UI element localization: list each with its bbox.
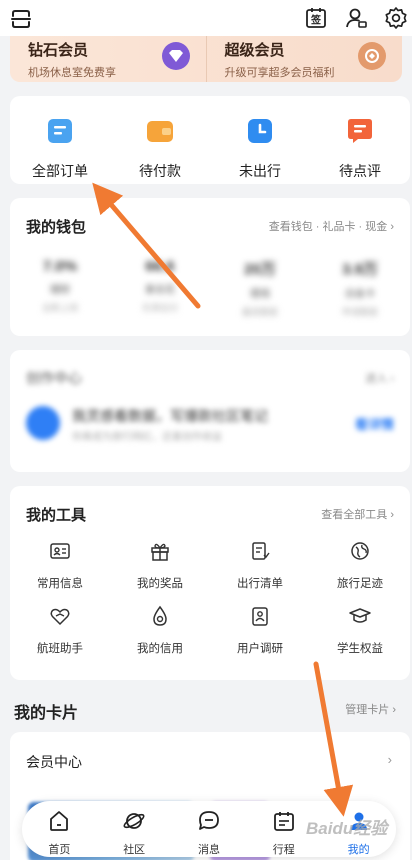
- creator-entry-link[interactable]: 进入 ›: [365, 370, 394, 386]
- creator-subline: 你离成为旅行网红，还差创作收益: [72, 432, 222, 443]
- super-badge-icon: [358, 42, 386, 70]
- bottom-tab-bar: 首页 社区 消息 行程 我的: [22, 801, 396, 857]
- tool-label: 旅行足迹: [337, 578, 383, 590]
- stat-sub: 先享后付: [141, 303, 178, 313]
- tab-label: 首页: [48, 844, 71, 856]
- planet-community-icon: [123, 813, 145, 829]
- stat-name: 理财: [50, 285, 70, 296]
- tab-itinerary[interactable]: 行程: [246, 801, 321, 857]
- id-card-icon: [50, 543, 70, 559]
- tool-label: 我的奖品: [137, 578, 183, 590]
- comment-pending-review-icon: [348, 119, 372, 143]
- checkin-calendar-icon[interactable]: 签: [304, 6, 328, 30]
- order-label: 全部订单: [32, 163, 88, 179]
- itinerary-calendar-icon: [273, 812, 294, 831]
- orders-card: 全部订单 待付款 未出行 待点评: [10, 96, 410, 184]
- tool-label: 常用信息: [37, 578, 83, 590]
- stat-sub: 全新上线: [41, 303, 78, 313]
- tool-student-benefits[interactable]: 学生权益: [310, 605, 410, 656]
- pending-review-button[interactable]: 待点评: [310, 96, 410, 184]
- stat-name: 白金卡: [345, 289, 375, 300]
- wallet-stats: 7.0% 理财 全新上线 66.6 拿去花 先享后付 20万 借钱 最高额度 3…: [10, 258, 410, 318]
- chevron-right-icon: ›: [387, 752, 392, 767]
- stat-value: 7.0%: [42, 258, 78, 275]
- stat-name: 拿去花: [145, 285, 175, 296]
- tool-label: 航班助手: [37, 643, 83, 655]
- customer-service-icon[interactable]: [344, 6, 368, 30]
- manage-cards-link[interactable]: 管理卡片 ›: [345, 701, 396, 717]
- checklist-icon: [252, 542, 270, 560]
- pending-payment-button[interactable]: 待付款: [110, 96, 210, 184]
- my-cards-title: 我的卡片: [14, 705, 79, 722]
- profile-person-icon: [350, 812, 367, 830]
- message-bubble-icon: [199, 811, 219, 830]
- creator-title: 创作中心: [26, 370, 82, 386]
- stat-value: 66.6: [145, 258, 175, 275]
- tool-user-survey[interactable]: 用户调研: [210, 605, 310, 656]
- wallet-card: 我的钱包 查看钱包 · 礼品卡 · 现金 › 7.0% 理财 全新上线 66.6…: [10, 198, 410, 336]
- top-bar: 签: [0, 0, 412, 36]
- membership-strip: 钻石会员 机场休息室免费享 超级会员 升级可享超多会员福利: [10, 36, 402, 82]
- wallet-stat-loan[interactable]: 20万 借钱 最高额度: [210, 258, 310, 318]
- tool-my-prizes[interactable]: 我的奖品: [110, 540, 210, 591]
- heart-plane-icon: [50, 608, 70, 626]
- order-label: 待付款: [139, 163, 181, 179]
- stat-value: 20万: [244, 261, 276, 278]
- graduation-cap-icon: [349, 608, 371, 623]
- tab-label: 我的: [347, 844, 370, 856]
- not-traveled-button[interactable]: 未出行: [210, 96, 310, 184]
- vip-center-title: 会员中心: [26, 754, 82, 770]
- diamond-badge-icon: [161, 42, 190, 70]
- tools-title: 我的工具: [26, 507, 87, 524]
- tools-grid: 常用信息 我的奖品 出行清单 旅行足迹 航班助手 我的信用 用户调研 学生权益: [10, 540, 410, 656]
- wallet-links[interactable]: 查看钱包 · 礼品卡 · 现金 ›: [269, 218, 394, 234]
- tool-label: 出行清单: [237, 578, 283, 590]
- tab-label: 行程: [272, 844, 295, 856]
- tab-label: 消息: [197, 844, 220, 856]
- gift-icon: [151, 543, 169, 561]
- tool-label: 用户调研: [237, 643, 283, 655]
- creator-headline: 我灵感看数据，写爆款社区笔记: [72, 408, 268, 424]
- home-icon: [50, 811, 69, 831]
- super-member-entry[interactable]: 超级会员 升级可享超多会员福利: [205, 36, 403, 82]
- wallet-stat-card[interactable]: 3.9万 白金卡 申请额度: [310, 258, 410, 318]
- diamond-member-entry[interactable]: 钻石会员 机场休息室免费享: [10, 36, 206, 82]
- clock-not-traveled-icon: [248, 119, 272, 143]
- tool-travel-checklist[interactable]: 出行清单: [210, 540, 310, 591]
- edit-pen-icon: [26, 406, 60, 440]
- stat-value: 3.9万: [342, 261, 378, 278]
- tab-home[interactable]: 首页: [22, 801, 97, 857]
- creator-center-card[interactable]: 创作中心 进入 › 我灵感看数据，写爆款社区笔记 你离成为旅行网红，还差创作收益…: [10, 350, 410, 472]
- wallet-pending-payment-icon: [147, 121, 173, 142]
- tab-messages[interactable]: 消息: [172, 801, 247, 857]
- wallet-stat-credit[interactable]: 66.6 拿去花 先享后付: [110, 258, 210, 318]
- scan-icon[interactable]: [10, 8, 32, 30]
- settings-gear-icon[interactable]: [384, 6, 408, 30]
- all-orders-button[interactable]: 全部订单: [10, 96, 110, 184]
- credit-drop-icon: [153, 605, 167, 626]
- globe-footprint-icon: [351, 542, 369, 560]
- tool-travel-footprint[interactable]: 旅行足迹: [310, 540, 410, 591]
- all-tools-link[interactable]: 查看全部工具 ›: [321, 506, 394, 522]
- order-label: 未出行: [239, 163, 281, 179]
- stat-name: 借钱: [250, 289, 270, 300]
- all-orders-icon: [48, 119, 72, 143]
- wallet-title: 我的钱包: [26, 219, 87, 236]
- tool-common-info[interactable]: 常用信息: [10, 540, 110, 591]
- checkin-glyph: 签: [310, 14, 322, 27]
- wallet-stat-finance[interactable]: 7.0% 理财 全新上线: [10, 258, 110, 318]
- tool-my-credit[interactable]: 我的信用: [110, 605, 210, 656]
- tab-label: 社区: [123, 844, 146, 856]
- tab-community[interactable]: 社区: [97, 801, 172, 857]
- tool-flight-assistant[interactable]: 航班助手: [10, 605, 110, 656]
- tab-profile[interactable]: 我的: [321, 801, 396, 857]
- tool-label: 学生权益: [337, 643, 383, 655]
- survey-clipboard-icon: [252, 607, 268, 626]
- stat-sub: 申请额度: [341, 307, 378, 317]
- stat-sub: 最高额度: [241, 307, 278, 317]
- tools-card: 我的工具 查看全部工具 › 常用信息 我的奖品 出行清单 旅行足迹 航班助手 我…: [10, 486, 410, 680]
- order-label: 待点评: [339, 163, 381, 179]
- creator-details-button[interactable]: 看详情: [355, 414, 394, 433]
- tool-label: 我的信用: [137, 643, 183, 655]
